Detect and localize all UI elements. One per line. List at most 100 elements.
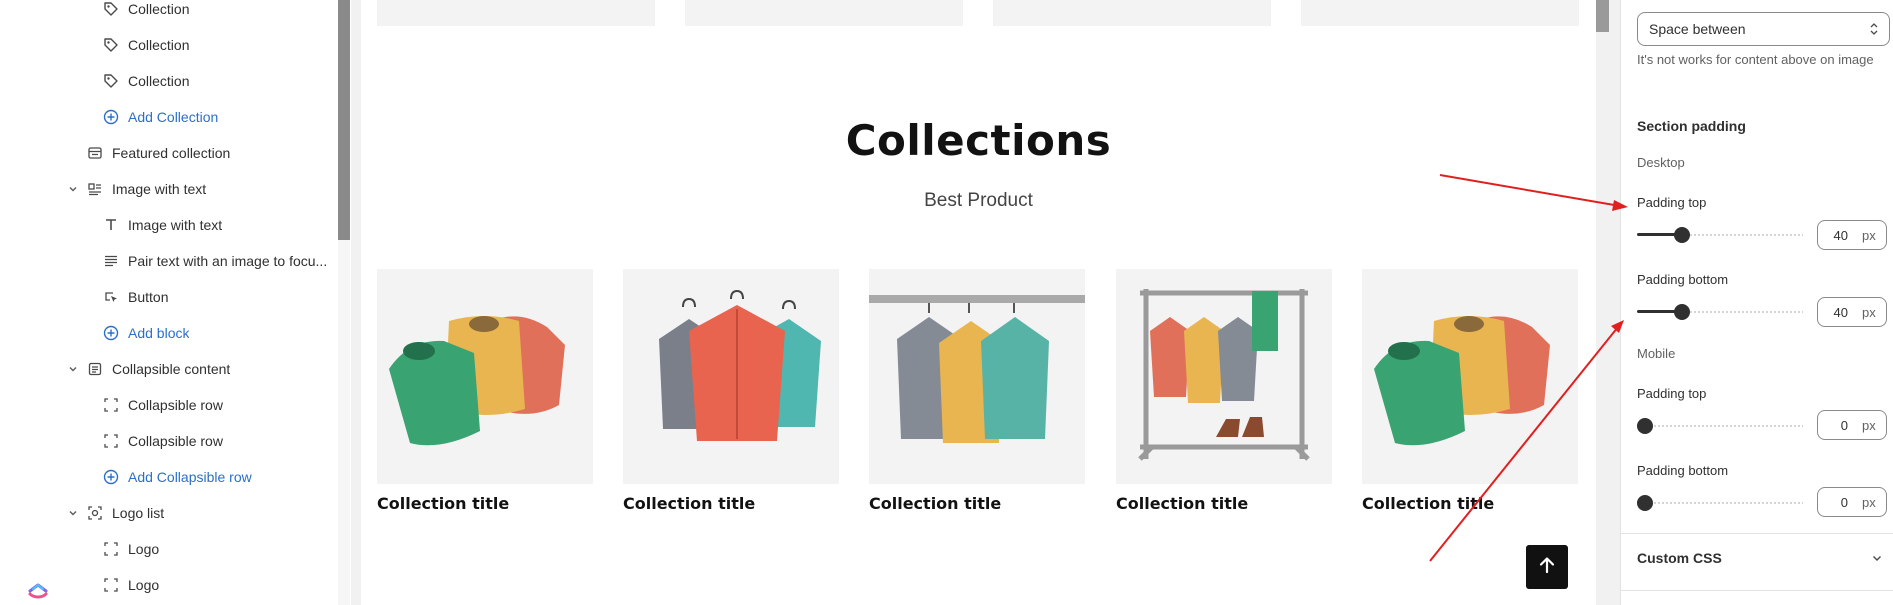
tree-item-label: Featured collection [112, 145, 231, 161]
collection-image[interactable] [1362, 269, 1578, 484]
previous-section-card [993, 0, 1271, 26]
tree-item-collection-2[interactable]: Collection [102, 27, 189, 63]
padding-unit: px [1862, 417, 1876, 433]
collection-image[interactable] [377, 269, 593, 484]
slider-handle[interactable] [1637, 418, 1653, 434]
desktop-padding-bottom-slider[interactable] [1637, 304, 1803, 320]
mobile-padding-top-label: Padding top [1637, 386, 1707, 401]
chevron-down-icon[interactable] [1871, 551, 1883, 569]
mobile-padding-bottom-input[interactable]: 0 px [1817, 487, 1887, 517]
slider-handle[interactable] [1673, 227, 1690, 243]
select-updown-icon [1869, 22, 1879, 39]
plus-circle-icon [102, 108, 120, 126]
mobile-padding-bottom-slider[interactable] [1637, 495, 1803, 511]
button-icon [102, 288, 120, 306]
collection-title[interactable]: Collection title [377, 494, 593, 513]
padding-unit: px [1862, 494, 1876, 510]
arrow-up-icon [1537, 555, 1557, 580]
desktop-padding-bottom-label: Padding bottom [1637, 272, 1729, 287]
rail-sweaters-illustration [869, 295, 1085, 443]
desktop-label: Desktop [1637, 155, 1685, 170]
back-to-top-button[interactable] [1526, 545, 1568, 589]
collapsible-content-icon [86, 360, 104, 378]
tree-item-logo-1[interactable]: Logo [102, 531, 159, 567]
content-position-select[interactable]: Space between [1637, 12, 1890, 46]
tree-item-label: Image with text [112, 181, 207, 197]
content-position-help-text: It's not works for content above on imag… [1637, 52, 1874, 67]
chevron-down-icon[interactable] [66, 506, 80, 520]
tree-scrollbar-thumb[interactable] [338, 0, 350, 240]
tree-item-collection-3[interactable]: Collection [102, 63, 189, 99]
tag-icon [102, 0, 120, 18]
desktop-padding-top-input[interactable]: 40 px [1817, 220, 1887, 250]
divider [1621, 533, 1893, 534]
tree-item-label: Pair text with an image to focu... [128, 253, 328, 269]
section-padding-heading: Section padding [1637, 118, 1746, 134]
slider-handle[interactable] [1637, 495, 1653, 511]
mobile-label: Mobile [1637, 346, 1676, 361]
folded-shirts-illustration [1374, 316, 1550, 446]
tree-item-label: Logo [128, 541, 160, 557]
collection-card[interactable]: Collection title [869, 269, 1085, 513]
add-collapsible-row-button[interactable]: Add Collapsible row [102, 459, 252, 495]
tree-item-logo-2[interactable]: Logo [102, 567, 159, 603]
section-settings-panel: Space between It's not works for content… [1620, 0, 1893, 605]
tree-item-text-block[interactable]: Pair text with an image to focu... [102, 243, 327, 279]
collection-card[interactable]: Collection title [1116, 269, 1332, 513]
logo-list-icon [86, 504, 104, 522]
tree-item-collection-1[interactable]: Collection [102, 0, 189, 27]
mobile-padding-top-slider[interactable] [1637, 418, 1803, 434]
content-position-value: Space between [1649, 21, 1746, 37]
tree-item-image-with-text-heading[interactable]: Image with text [102, 207, 222, 243]
tree-item-label: Collection [128, 73, 190, 89]
tree-item-button[interactable]: Button [102, 279, 168, 315]
tree-section-image-with-text[interactable]: Image with text [66, 171, 206, 207]
tree-item-label: Collapsible row [128, 397, 223, 413]
sections-tree-panel: Collection Collection Collection Add Col… [0, 0, 345, 605]
collection-title[interactable]: Collection title [1362, 494, 1578, 513]
tree-section-collapsible-content[interactable]: Collapsible content [66, 351, 230, 387]
collection-image[interactable] [623, 269, 839, 484]
add-collapsible-row-label: Add Collapsible row [128, 469, 252, 485]
collections-subheading: Best Product [924, 190, 1033, 211]
chevron-down-icon[interactable] [66, 362, 80, 376]
tree-item-collapsible-row-2[interactable]: Collapsible row [102, 423, 223, 459]
collection-image[interactable] [1116, 269, 1332, 484]
slider-handle[interactable] [1673, 304, 1690, 320]
tree-item-collapsible-row-1[interactable]: Collapsible row [102, 387, 223, 423]
tree-item-label: Collapsible content [112, 361, 231, 377]
collection-title[interactable]: Collection title [1116, 494, 1332, 513]
add-block-label: Add block [128, 325, 190, 341]
padding-value: 40 [1833, 304, 1848, 320]
desktop-padding-bottom-input[interactable]: 40 px [1817, 297, 1887, 327]
collection-card[interactable]: Collection title [623, 269, 839, 513]
padding-value: 40 [1833, 227, 1848, 243]
add-block-button[interactable]: Add block [102, 315, 189, 351]
tree-section-logo-list[interactable]: Logo list [66, 495, 164, 531]
heading-icon [102, 216, 120, 234]
custom-css-toggle[interactable]: Custom CSS [1637, 550, 1722, 566]
preview-scrollbar-thumb[interactable] [1596, 0, 1609, 32]
padding-value: 0 [1840, 417, 1848, 433]
tree-section-featured-collection[interactable]: Featured collection [86, 135, 230, 171]
collection-title[interactable]: Collection title [623, 494, 839, 513]
mobile-padding-top-input[interactable]: 0 px [1817, 410, 1887, 440]
plus-circle-icon [102, 468, 120, 486]
app-logo-icon[interactable] [26, 576, 50, 600]
padding-unit: px [1862, 304, 1876, 320]
add-collection-button[interactable]: Add Collection [102, 99, 218, 135]
collection-title[interactable]: Collection title [869, 494, 1085, 513]
tree-item-label: Collection [128, 1, 190, 17]
previous-section-card [1301, 0, 1579, 26]
tree-item-label: Collapsible row [128, 433, 223, 449]
previous-section-card [685, 0, 963, 26]
collection-card[interactable]: Collection title [377, 269, 593, 513]
collection-image[interactable] [869, 269, 1085, 484]
desktop-padding-top-slider[interactable] [1637, 227, 1803, 243]
mobile-padding-bottom-label: Padding bottom [1637, 463, 1729, 478]
tree-item-label: Button [128, 289, 169, 305]
collection-card[interactable]: Collection title [1362, 269, 1578, 513]
tree-item-label: Logo [128, 577, 160, 593]
add-collection-label: Add Collection [128, 109, 219, 125]
chevron-down-icon[interactable] [66, 182, 80, 196]
